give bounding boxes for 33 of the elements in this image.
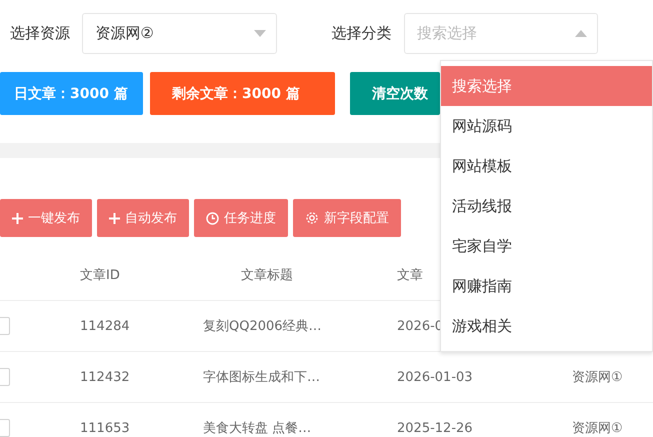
table-cell-text: 字体图标生成和下… (203, 369, 320, 386)
table-cell: 2025-12-26 (397, 420, 473, 436)
stat-badge: 清空次数 (350, 72, 440, 115)
column-header: 文章 (397, 267, 423, 284)
gear-icon (305, 211, 319, 225)
caret-icon (575, 30, 587, 37)
dropdown-option[interactable]: 网赚指南 (441, 266, 652, 306)
clock-icon (206, 212, 219, 224)
dropdown-option[interactable]: 网站源码 (441, 106, 652, 146)
table-cell: 111653 (80, 420, 130, 436)
column-header: 文章ID (80, 267, 120, 284)
stat-badge: 日文章：3000 篇 (0, 72, 143, 115)
plus-icon (109, 212, 120, 224)
select-placeholder: 搜索选择 (416, 24, 477, 43)
dropdown-option[interactable]: 游戏相关 (441, 306, 652, 346)
table-cell: 2026-01-03 (397, 370, 473, 384)
dropdown-option[interactable]: 宅家自学 (441, 226, 652, 266)
table-cell-text: 复刻QQ2006经典… (203, 318, 322, 335)
column-header: 文章标题 (240, 267, 293, 284)
table-cell-text: 资源网① (572, 369, 623, 386)
select-value: 资源网② (95, 24, 154, 43)
table-cell-text: 美食大转盘 点餐… (203, 420, 312, 437)
stat-badge: 剩余文章：3000 篇 (150, 72, 335, 115)
table-cell: 112432 (80, 370, 130, 384)
filter-label: 选择分类 (332, 24, 392, 43)
table-cell-text: 资源网① (572, 420, 623, 437)
plus-icon (12, 212, 23, 224)
caret-icon (254, 30, 266, 37)
select-field[interactable]: 资源网② (82, 13, 276, 54)
table-cell: 114284 (80, 318, 130, 334)
dropdown-option[interactable]: 网站模板 (441, 146, 652, 186)
dropdown-option[interactable]: 活动线报 (441, 186, 652, 226)
filter-label: 选择资源 (10, 24, 71, 43)
